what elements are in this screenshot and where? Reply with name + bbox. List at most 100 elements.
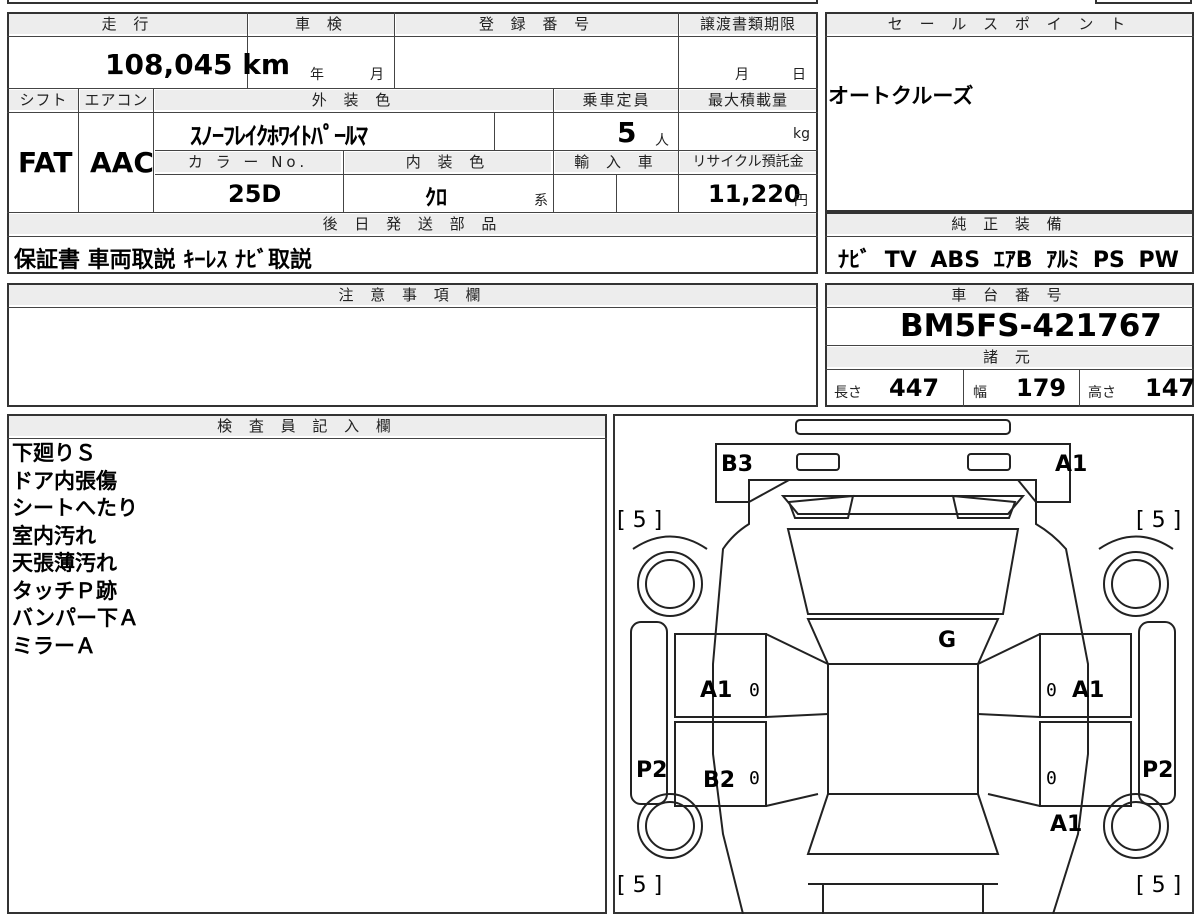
shift-header: シフト	[9, 90, 78, 110]
ac-value: AAC	[90, 146, 154, 179]
inspector-line: バンパー下Ａ	[12, 606, 140, 630]
exterior-color-header: 外 装 色	[155, 90, 553, 110]
capacity-header: 乗車定員	[555, 90, 678, 110]
inspector-line: タッチＰ跡	[12, 578, 117, 603]
width-label: 幅	[973, 385, 987, 401]
chassis-header: 車 台 番 号	[827, 285, 1192, 305]
wheel-rear-left	[637, 551, 703, 617]
windshield-shape	[806, 793, 1000, 855]
inspector-line: 天張薄汚れ	[12, 551, 117, 575]
interior-color-header: 内 装 色	[345, 152, 551, 172]
capacity-value: 5	[617, 116, 637, 149]
diag-label-b3: B3	[721, 452, 754, 477]
inspection-month-label: 月	[370, 67, 384, 83]
inspector-header: 検 査 員 記 入 欄	[9, 416, 605, 436]
car-body-outline	[712, 479, 1089, 914]
inspection-header: 車 検	[249, 14, 394, 34]
tail-light-right	[967, 453, 1011, 471]
max-load-header: 最大積載量	[680, 90, 816, 110]
recycle-unit: 円	[794, 193, 808, 209]
equip-airbag: ｴｱB	[993, 248, 1033, 273]
diag-zero-3: 0	[749, 768, 760, 789]
inspection-year-label: 年	[310, 67, 324, 83]
car-diagram	[630, 419, 1176, 914]
inspector-lines: 下廻りＳ ドア内張傷 シートへたり 室内汚れ 天張薄汚れ タッチＰ跡 バンパー下…	[12, 440, 139, 660]
diag-bracket-tl: [ 5 ]	[617, 508, 663, 533]
inspector-line: 下廻りＳ	[12, 441, 96, 465]
registration-header: 登 録 番 号	[396, 14, 678, 34]
length-value: 447	[889, 374, 940, 402]
roof-center-shape	[827, 663, 979, 795]
capacity-unit: 人	[655, 133, 669, 149]
sales-points-value: オートクルーズ	[828, 84, 974, 108]
sales-points-box	[825, 12, 1194, 212]
equipment-header: 純 正 装 備	[827, 214, 1192, 234]
left-door-trim	[765, 633, 829, 807]
notes-header: 注 意 事 項 欄	[9, 285, 816, 305]
tail-light-left	[796, 453, 840, 471]
wheel-front-left	[637, 793, 703, 859]
equip-navi: ﾅﾋﾞ	[838, 248, 872, 273]
exterior-color-value: ｽﾉｰﾌﾚｲｸﾎﾜｲﾄﾊﾟｰﾙﾏ	[190, 122, 368, 150]
cutoff-top-strip	[7, 0, 818, 4]
diag-label-a1-bottom: A1	[1050, 812, 1083, 837]
diag-label-p2-right: P2	[1142, 758, 1174, 783]
wheel-rear-right	[1103, 551, 1169, 617]
color-no-header: カ ラ ー No.	[155, 152, 341, 172]
later-parts-header: 後 日 発 送 部 品	[9, 214, 816, 234]
diag-label-a1-top: A1	[1055, 452, 1088, 477]
diag-bracket-br: [ 5 ]	[1136, 873, 1182, 898]
diag-label-a1-left: A1	[700, 678, 733, 703]
interior-color-value: ｸﾛ	[425, 186, 448, 211]
equip-pw: PW	[1138, 248, 1179, 273]
diag-bracket-tr: [ 5 ]	[1136, 508, 1182, 533]
inspector-line: シートへたり	[12, 496, 138, 520]
diag-label-b2: B2	[703, 768, 736, 793]
equip-alloy: ｱﾙﾐ	[1046, 248, 1080, 273]
wheel-front-right	[1103, 793, 1169, 859]
later-parts-value: 保証書 車両取説 ｷｰﾚｽ ﾅﾋﾞ取説	[14, 248, 312, 273]
recycle-value: 11,220	[708, 180, 801, 208]
diag-label-p2-left: P2	[636, 758, 668, 783]
left-rear-door	[674, 721, 767, 807]
right-door-trim	[977, 633, 1041, 807]
cutoff-top-strip-right	[1095, 0, 1192, 4]
rear-spoiler-shape	[795, 419, 1011, 435]
interior-color-suffix: 系	[534, 193, 548, 209]
equipment-items: ﾅﾋﾞ TV ABS ｴｱB ｱﾙﾐ PS PW	[838, 242, 1179, 274]
left-front-door	[674, 633, 767, 718]
equip-ps: PS	[1092, 248, 1125, 273]
cabin-shape	[806, 618, 1000, 665]
chassis-value: BM5FS-421767	[900, 308, 1162, 344]
length-label: 長さ	[834, 385, 862, 401]
front-bumper-shape	[808, 883, 998, 914]
import-header: 輸 入 車	[555, 152, 678, 172]
right-rear-door	[1039, 721, 1132, 807]
transfer-header: 譲渡書類期限	[680, 14, 816, 34]
recycle-header: リサイクル預託金	[680, 152, 816, 172]
specs-header: 諸 元	[827, 347, 1192, 367]
mileage-header: 走 行	[9, 14, 247, 34]
ac-header: エアコン	[80, 90, 153, 110]
equip-tv: TV	[884, 248, 917, 273]
height-value: 147	[1145, 374, 1196, 402]
height-label: 高さ	[1088, 385, 1116, 401]
transfer-day-label: 日	[792, 67, 806, 83]
rear-fender-arcs	[632, 535, 1174, 550]
equip-abs: ABS	[930, 248, 981, 273]
max-load-unit: kg	[793, 126, 810, 142]
color-no-value: 25D	[228, 180, 282, 208]
diag-label-a1-right: A1	[1072, 678, 1105, 703]
shift-value: FAT	[18, 146, 73, 179]
mileage-value: 108,045 km	[105, 48, 291, 81]
sales-points-header: セ ー ル ス ポ イ ン ト	[827, 14, 1192, 34]
diag-zero-4: 0	[1046, 768, 1057, 789]
roof-shape	[786, 528, 1020, 615]
diag-zero-1: 0	[749, 680, 760, 701]
inspector-line: ドア内張傷	[12, 468, 117, 493]
inspector-line: 室内汚れ	[12, 523, 96, 548]
diag-bracket-bl: [ 5 ]	[617, 873, 663, 898]
rear-bumper-shape	[715, 443, 1071, 503]
diag-zero-2: 0	[1046, 680, 1057, 701]
transfer-month-label: 月	[735, 67, 749, 83]
